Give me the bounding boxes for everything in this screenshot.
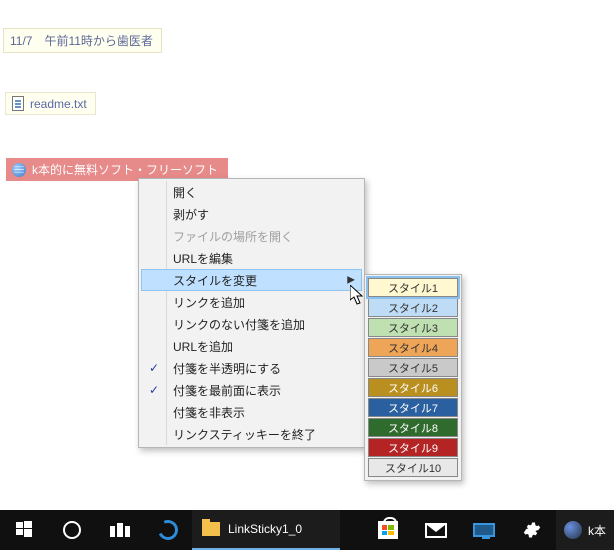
style-swatch-label: スタイル1	[388, 280, 438, 296]
store-button[interactable]	[364, 510, 412, 550]
menu-item-label: 剥がす	[173, 206, 209, 223]
menu-item-label: スタイルを変更	[173, 272, 257, 289]
sticky-link-label: k本的に無料ソフト・フリーソフト	[32, 161, 218, 178]
style-swatch-label: スタイル3	[388, 320, 438, 336]
style-swatch-label: スタイル7	[388, 400, 438, 416]
taskbar: LinkSticky1_0 k本	[0, 510, 614, 550]
taskbar-explorer-task[interactable]: LinkSticky1_0	[192, 510, 340, 550]
style-swatch-6[interactable]: スタイル6	[368, 378, 458, 397]
taskbar-app-label: k本	[588, 522, 606, 539]
check-icon: ✓	[147, 383, 161, 397]
menu-item-label: リンクを追加	[173, 294, 245, 311]
menu-item-change-style[interactable]: スタイルを変更 ▶	[141, 269, 362, 291]
task-view-icon	[110, 523, 130, 537]
cortana-button[interactable]	[48, 510, 96, 550]
menu-item-open[interactable]: 開く	[141, 181, 362, 203]
style-swatch-9[interactable]: スタイル9	[368, 438, 458, 457]
style-swatch-1[interactable]: スタイル1	[368, 278, 458, 297]
mail-button[interactable]	[412, 510, 460, 550]
style-swatch-7[interactable]: スタイル7	[368, 398, 458, 417]
style-swatch-2[interactable]: スタイル2	[368, 298, 458, 317]
menu-item-edit-url[interactable]: URLを編集	[141, 247, 362, 269]
menu-item-label: 付箋を半透明にする	[173, 360, 281, 377]
settings-button[interactable]	[508, 510, 556, 550]
check-icon: ✓	[147, 361, 161, 375]
menu-item-exit[interactable]: リンクスティッキーを終了	[141, 423, 362, 445]
menu-item-translucent[interactable]: ✓ 付箋を半透明にする	[141, 357, 362, 379]
style-swatch-label: スタイル6	[388, 380, 438, 396]
menu-item-label: 付箋を最前面に表示	[173, 382, 281, 399]
menu-item-add-sticky-no-link[interactable]: リンクのない付箋を追加	[141, 313, 362, 335]
edge-icon	[155, 517, 181, 543]
menu-item-label: ファイルの場所を開く	[173, 228, 293, 245]
display-button[interactable]	[460, 510, 508, 550]
style-swatch-10[interactable]: スタイル10	[368, 458, 458, 477]
explorer-task-label: LinkSticky1_0	[228, 522, 302, 536]
edge-button[interactable]	[144, 510, 192, 550]
sticky-note-file[interactable]: readme.txt	[5, 92, 96, 115]
context-menu: 開く 剥がす ファイルの場所を開く URLを編集 スタイルを変更 ▶ リンクを追…	[138, 178, 365, 448]
style-swatch-label: スタイル8	[388, 420, 438, 436]
gear-icon	[523, 521, 541, 539]
windows-logo-icon	[16, 521, 32, 540]
taskbar-spacer	[340, 510, 364, 550]
menu-item-peel[interactable]: 剥がす	[141, 203, 362, 225]
store-icon	[378, 521, 398, 539]
text-file-icon	[12, 96, 24, 111]
style-swatch-4[interactable]: スタイル4	[368, 338, 458, 357]
menu-item-label: リンクのない付箋を追加	[173, 316, 305, 333]
style-swatch-5[interactable]: スタイル5	[368, 358, 458, 377]
style-swatch-8[interactable]: スタイル8	[368, 418, 458, 437]
menu-item-label: URLを追加	[173, 338, 233, 355]
sticky-note-appointment[interactable]: 11/7 午前11時から歯医者	[3, 28, 162, 53]
style-swatch-label: スタイル5	[388, 360, 438, 376]
menu-item-label: 開く	[173, 184, 197, 201]
mail-icon	[425, 523, 447, 538]
menu-item-open-file-location: ファイルの場所を開く	[141, 225, 362, 247]
globe-icon	[12, 163, 26, 177]
menu-item-always-on-top[interactable]: ✓ 付箋を最前面に表示	[141, 379, 362, 401]
monitor-icon	[473, 523, 495, 537]
menu-item-add-url[interactable]: URLを追加	[141, 335, 362, 357]
style-swatch-label: スタイル10	[385, 460, 441, 476]
style-swatch-label: スタイル2	[388, 300, 438, 316]
menu-item-label: URLを編集	[173, 250, 233, 267]
sticky-file-label: readme.txt	[30, 97, 87, 111]
start-button[interactable]	[0, 510, 48, 550]
style-swatch-label: スタイル9	[388, 440, 438, 456]
submenu-arrow-icon: ▶	[347, 275, 355, 286]
folder-icon	[202, 522, 220, 536]
style-swatch-label: スタイル4	[388, 340, 438, 356]
task-view-button[interactable]	[96, 510, 144, 550]
sticky-note-text: 11/7 午前11時から歯医者	[10, 32, 153, 49]
taskbar-app-linksticky[interactable]: k本	[556, 510, 614, 550]
cortana-circle-icon	[63, 521, 81, 539]
menu-item-label: リンクスティッキーを終了	[173, 426, 316, 443]
style-swatch-3[interactable]: スタイル3	[368, 318, 458, 337]
menu-item-add-link[interactable]: リンクを追加	[141, 291, 362, 313]
style-submenu: スタイル1 スタイル2 スタイル3 スタイル4 スタイル5 スタイル6 スタイル7 スタイル8…	[364, 274, 462, 481]
app-orb-icon	[564, 521, 582, 539]
menu-item-hide-sticky[interactable]: 付箋を非表示	[141, 401, 362, 423]
menu-item-label: 付箋を非表示	[173, 404, 245, 421]
